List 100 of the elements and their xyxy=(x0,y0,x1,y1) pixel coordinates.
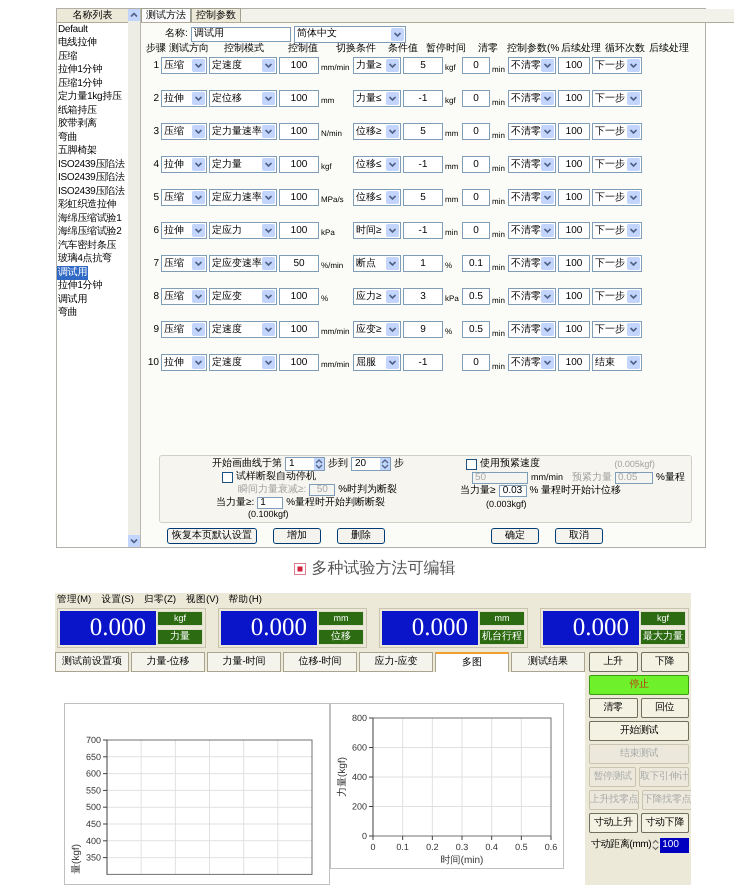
dropdown[interactable]: 力量≤ xyxy=(353,90,401,107)
dropdown[interactable]: 压缩 xyxy=(161,123,207,140)
list-item[interactable]: 压缩 xyxy=(57,50,78,64)
text-field[interactable]: 100 xyxy=(279,57,319,74)
list-item[interactable]: 纸箱持压 xyxy=(57,104,98,118)
dropdown[interactable]: 不清零 xyxy=(508,321,556,338)
dropdown[interactable]: 下一步 xyxy=(592,57,642,74)
dropdown[interactable]: 下一步 xyxy=(592,321,642,338)
dropdown[interactable]: 定速度 xyxy=(209,354,277,371)
text-field[interactable]: 100 xyxy=(660,838,689,852)
list-item[interactable]: 调试用 xyxy=(57,293,88,306)
dropdown[interactable]: 压缩 xyxy=(161,255,207,272)
tab[interactable]: 位移-时间 xyxy=(283,652,357,672)
button[interactable]: 清零 xyxy=(589,698,638,718)
dropdown[interactable]: 定位移 xyxy=(209,90,277,107)
dropdown[interactable]: 定速度 xyxy=(209,321,277,338)
menu-item[interactable]: 归零(Z) xyxy=(144,594,176,604)
text-field[interactable]: 100 xyxy=(558,123,590,140)
tab[interactable]: 力量-时间 xyxy=(207,652,281,672)
tab[interactable]: 测试结果 xyxy=(511,652,585,672)
text-field[interactable]: 0 xyxy=(462,156,490,173)
dropdown[interactable]: 应力≥ xyxy=(353,288,401,305)
dropdown[interactable]: 定应变 xyxy=(209,288,277,305)
menu-item[interactable]: 帮助(H) xyxy=(228,594,262,604)
list-item[interactable]: 彩虹织造拉伸 xyxy=(57,198,118,212)
dropdown[interactable]: 拉伸 xyxy=(161,156,207,173)
text-field[interactable]: 100 xyxy=(558,321,590,338)
button[interactable]: 恢复本页默认设置 xyxy=(167,528,257,544)
text-field[interactable]: 100 xyxy=(558,288,590,305)
text-field[interactable]: -1 xyxy=(403,354,443,371)
text-field[interactable]: 100 xyxy=(558,90,590,107)
text-field[interactable]: -1 xyxy=(403,156,443,173)
dropdown[interactable]: 不清零 xyxy=(508,255,556,272)
dropdown[interactable]: 不清零 xyxy=(508,354,556,371)
text-field[interactable]: 100 xyxy=(279,189,319,206)
text-field[interactable]: 0.5 xyxy=(462,288,490,305)
dropdown[interactable]: 拉伸 xyxy=(161,90,207,107)
dropdown[interactable]: 压缩 xyxy=(161,189,207,206)
list-item[interactable]: 弯曲 xyxy=(57,131,78,144)
menu-item[interactable]: 视图(V) xyxy=(186,594,219,604)
dropdown[interactable]: 下一步 xyxy=(592,288,642,305)
text-field[interactable]: 0 xyxy=(462,222,490,239)
dropdown[interactable]: 不清零 xyxy=(508,156,556,173)
list-item[interactable]: 定力量1kg持压 xyxy=(57,90,123,104)
dropdown[interactable]: 不清零 xyxy=(508,123,556,140)
list-item[interactable]: ISO2439压陷法 xyxy=(57,185,126,198)
dropdown[interactable]: 简体中文 xyxy=(294,26,406,42)
dropdown[interactable]: 不清零 xyxy=(508,222,556,239)
text-field[interactable]: 100 xyxy=(558,255,590,272)
text-field[interactable]: 100 xyxy=(279,354,319,371)
dropdown[interactable]: 定应变速率 xyxy=(209,255,277,272)
button[interactable]: 上升 xyxy=(589,652,638,672)
dropdown[interactable]: 不清零 xyxy=(508,57,556,74)
list-item[interactable]: 汽车密封条压 xyxy=(57,239,118,252)
button[interactable]: 确定 xyxy=(491,528,539,544)
list-item[interactable]: 海绵压缩试验1 xyxy=(57,212,122,226)
dropdown[interactable]: 定速度 xyxy=(209,57,277,74)
text-field[interactable]: 0 xyxy=(462,123,490,140)
text-field[interactable]: 0 xyxy=(462,189,490,206)
dropdown[interactable]: 拉伸 xyxy=(161,222,207,239)
dropdown[interactable]: 结束 xyxy=(592,354,642,371)
text-field[interactable]: -1 xyxy=(403,90,443,107)
list-item[interactable]: 压缩1分钟 xyxy=(57,77,104,90)
text-field[interactable]: -1 xyxy=(403,222,443,239)
dropdown[interactable]: 定力量 xyxy=(209,156,277,173)
dropdown[interactable]: 位移≤ xyxy=(353,189,401,206)
text-field[interactable]: 100 xyxy=(558,156,590,173)
text-field[interactable]: 100 xyxy=(558,189,590,206)
dropdown[interactable]: 下一步 xyxy=(592,123,642,140)
text-field[interactable]: 9 xyxy=(403,321,443,338)
text-field[interactable]: 调试用 xyxy=(190,26,291,42)
dropdown[interactable]: 不清零 xyxy=(508,90,556,107)
text-field[interactable]: 100 xyxy=(279,123,319,140)
text-field[interactable]: 0 xyxy=(462,354,490,371)
spin-field[interactable]: 1 xyxy=(285,457,325,472)
dropdown[interactable]: 屈服 xyxy=(353,354,401,371)
dropdown[interactable]: 位移≥ xyxy=(353,123,401,140)
menu-item[interactable]: 管理(M) xyxy=(57,594,92,604)
button[interactable]: 回位 xyxy=(640,698,689,718)
tab[interactable]: 测试方法 xyxy=(141,8,191,22)
dropdown[interactable]: 力量≥ xyxy=(353,57,401,74)
dropdown[interactable]: 下一步 xyxy=(592,189,642,206)
dropdown[interactable]: 下一步 xyxy=(592,255,642,272)
button[interactable]: 停止 xyxy=(589,675,689,695)
button[interactable]: 增加 xyxy=(273,528,321,544)
dropdown[interactable]: 不清零 xyxy=(508,189,556,206)
text-field[interactable]: 5 xyxy=(403,57,443,74)
button[interactable]: 寸动上升 xyxy=(589,813,638,833)
dropdown[interactable]: 定应力 xyxy=(209,222,277,239)
dropdown[interactable]: 下一步 xyxy=(592,90,642,107)
checkbox[interactable] xyxy=(222,472,233,482)
dropdown[interactable]: 压缩 xyxy=(161,288,207,305)
text-field[interactable]: 0.03 xyxy=(498,485,526,498)
dropdown[interactable]: 下一步 xyxy=(592,156,642,173)
text-field[interactable]: 0.5 xyxy=(462,321,490,338)
text-field[interactable]: 100 xyxy=(279,288,319,305)
button[interactable]: 下降 xyxy=(640,652,689,672)
button[interactable]: 寸动下降 xyxy=(640,813,689,833)
text-field[interactable]: 100 xyxy=(279,321,319,338)
text-field[interactable]: 5 xyxy=(403,123,443,140)
